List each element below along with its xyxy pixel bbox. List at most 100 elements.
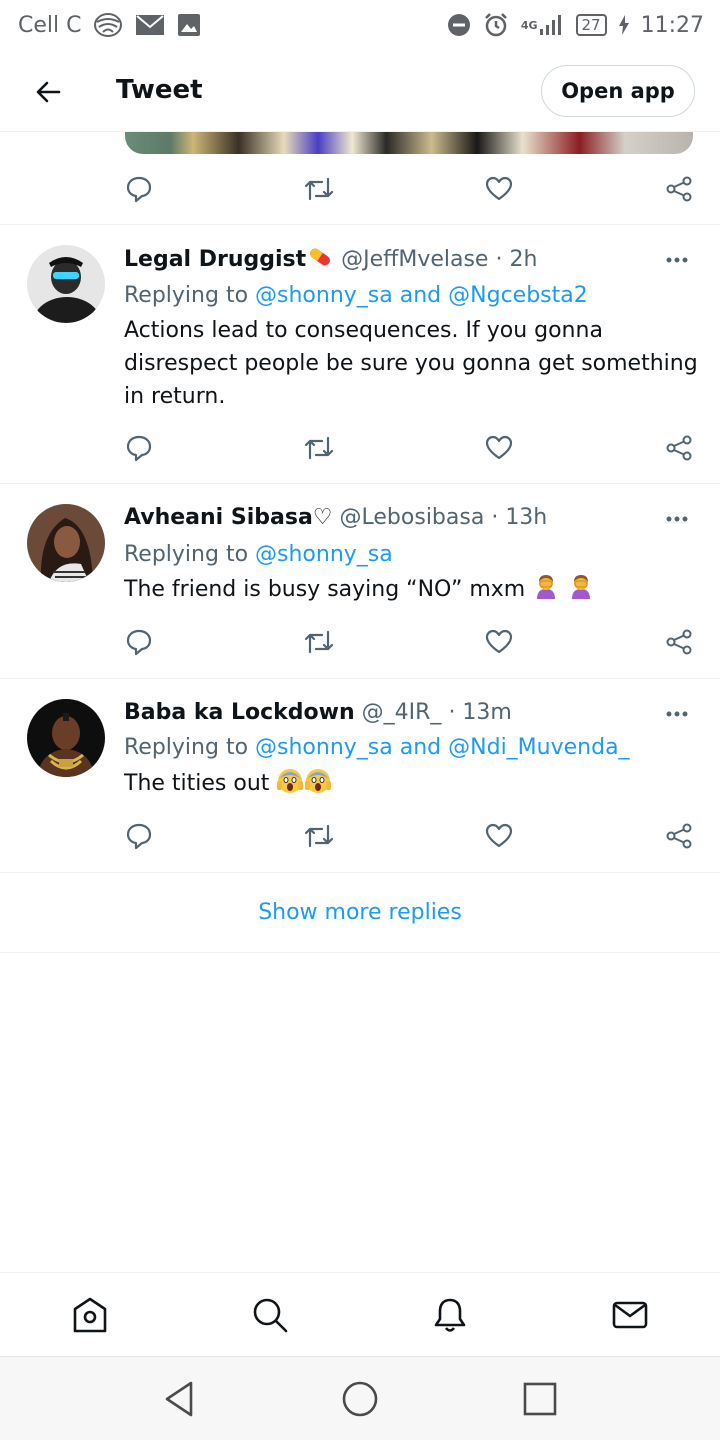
more-options-button[interactable]	[662, 245, 692, 275]
display-name[interactable]: Baba ka Lockdown	[124, 700, 355, 725]
arrow-left-icon	[36, 81, 61, 103]
handle[interactable]: @Lebosibasa	[340, 505, 485, 530]
retweet-button[interactable]	[299, 816, 339, 856]
more-dots-icon	[666, 516, 688, 522]
reply-button[interactable]	[119, 816, 159, 856]
like-button[interactable]	[479, 428, 519, 468]
tweet-text: The tities out	[124, 767, 702, 800]
mention-link[interactable]: @Ngcebsta2	[448, 283, 588, 308]
handle[interactable]: @_4IR_	[362, 700, 442, 725]
recents-icon	[523, 1382, 557, 1416]
reply-icon	[126, 823, 152, 850]
mention-link[interactable]: @shonny_sa	[255, 735, 393, 760]
nav-messages[interactable]	[608, 1293, 652, 1337]
share-icon	[666, 823, 692, 849]
telkom-logo-icon	[93, 12, 123, 38]
replying-prefix: Replying to	[124, 735, 249, 760]
alarm-icon	[483, 12, 509, 38]
tweet-text-body: The friend is busy saying “NO” mxm	[124, 577, 526, 602]
and-label: and	[399, 735, 442, 760]
tweet-text-body: The tities out	[124, 771, 270, 796]
face-screaming-in-fear-icon	[304, 769, 332, 796]
retweet-button[interactable]	[299, 622, 339, 662]
mail-icon	[135, 13, 165, 37]
share-icon	[666, 435, 692, 461]
share-button[interactable]	[659, 428, 699, 468]
charging-icon	[618, 15, 629, 35]
handle[interactable]: @JeffMvelase	[341, 247, 488, 272]
replying-prefix: Replying to	[124, 283, 249, 308]
replying-to: Replying to @shonny_sa and @Ngcebsta2	[124, 280, 700, 312]
tweet-text: The friend is busy saying “NO” mxm	[124, 573, 702, 606]
like-button[interactable]	[479, 169, 519, 209]
retweet-icon	[304, 630, 334, 654]
reply-button[interactable]	[119, 169, 159, 209]
avatar[interactable]	[27, 699, 105, 777]
mention-link[interactable]: @shonny_sa	[255, 542, 393, 567]
mention-link[interactable]: @Ndi_Muvenda_	[448, 735, 629, 760]
avatar[interactable]	[27, 504, 105, 582]
share-button[interactable]	[659, 622, 699, 662]
nav-notifications[interactable]	[428, 1293, 472, 1337]
home-icon	[73, 1297, 107, 1333]
woman-facepalming-icon	[567, 575, 595, 602]
retweet-icon	[304, 824, 334, 848]
avatar[interactable]	[27, 245, 105, 323]
back-button[interactable]	[28, 72, 68, 112]
heart-icon	[485, 176, 513, 201]
battery-icon: 27	[575, 14, 607, 36]
dnd-icon	[447, 13, 471, 37]
like-button[interactable]	[479, 816, 519, 856]
share-button[interactable]	[659, 816, 699, 856]
nav-search[interactable]	[248, 1293, 292, 1337]
app-header: Tweet Open app	[0, 50, 720, 132]
system-back-button[interactable]	[159, 1379, 199, 1419]
open-app-button[interactable]: Open app	[541, 65, 695, 117]
face-screaming-in-fear-icon	[276, 769, 304, 796]
timestamp[interactable]: · 13m	[448, 700, 511, 725]
tweet-header: Avheani Sibasa♡ @Lebosibasa · 13h	[124, 502, 700, 534]
mention-link[interactable]: @shonny_sa	[255, 283, 393, 308]
replying-to: Replying to @shonny_sa	[124, 539, 700, 571]
share-icon	[666, 629, 692, 655]
replying-prefix: Replying to	[124, 542, 249, 567]
clock: 11:27	[640, 12, 704, 38]
nav-home[interactable]	[68, 1293, 112, 1337]
display-name[interactable]: Legal Druggist	[124, 247, 306, 272]
heart-icon	[485, 435, 513, 460]
home-circle-icon	[342, 1381, 378, 1417]
heart-icon	[485, 823, 513, 848]
show-more-replies-link[interactable]: Show more replies	[0, 873, 720, 951]
retweet-button[interactable]	[299, 169, 339, 209]
divider	[0, 952, 720, 953]
more-options-button[interactable]	[662, 699, 692, 729]
timestamp[interactable]: · 2h	[495, 247, 537, 272]
reply-icon	[126, 629, 152, 656]
notifications-icon	[434, 1298, 466, 1332]
more-options-button[interactable]	[662, 504, 692, 534]
more-dots-icon	[666, 711, 688, 717]
like-button[interactable]	[479, 622, 519, 662]
woman-facepalming-icon	[532, 575, 560, 602]
and-label: and	[399, 283, 442, 308]
share-icon	[666, 176, 692, 202]
tweet-text: Actions lead to consequences. If you gon…	[124, 318, 698, 409]
tweet-header: Baba ka Lockdown @_4IR_ · 13m	[124, 697, 700, 729]
share-button[interactable]	[659, 169, 699, 209]
tweet-actions	[0, 428, 720, 468]
reply-button[interactable]	[119, 428, 159, 468]
timestamp[interactable]: · 13h	[491, 505, 547, 530]
display-name[interactable]: Avheani Sibasa♡	[124, 505, 333, 530]
back-icon	[165, 1381, 193, 1417]
more-dots-icon	[666, 257, 688, 263]
system-recents-button[interactable]	[520, 1379, 560, 1419]
retweet-icon	[304, 177, 334, 201]
tweet-media-image[interactable]	[125, 132, 693, 154]
reply-button[interactable]	[119, 622, 159, 662]
system-navigation-bar	[0, 1356, 720, 1440]
system-home-button[interactable]	[340, 1379, 380, 1419]
status-bar: Cell C 4G 27 11:27	[0, 0, 720, 50]
retweet-button[interactable]	[299, 428, 339, 468]
signal-icon: 4G	[521, 14, 564, 36]
page-title: Tweet	[116, 75, 203, 105]
